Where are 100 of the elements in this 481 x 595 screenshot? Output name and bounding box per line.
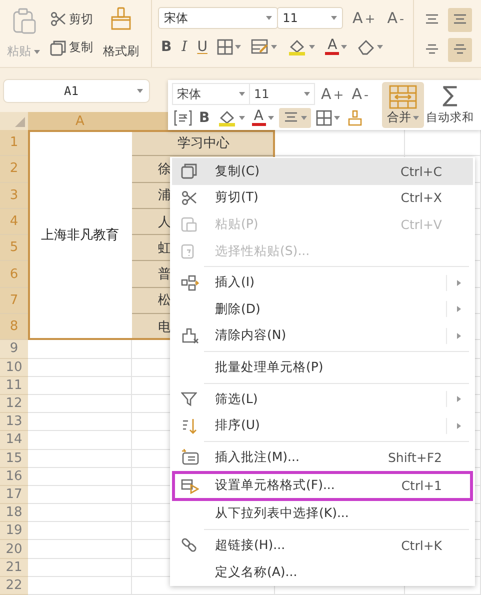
caret-icon — [239, 92, 245, 96]
caret-icon — [309, 45, 316, 49]
align-button[interactable] — [278, 108, 311, 128]
format-painter-icon — [109, 7, 133, 31]
menu-item[interactable]: 清除内容(N) — [172, 322, 473, 350]
table-cell-text: 学习中心 — [178, 134, 230, 152]
row-header[interactable]: 22 — [0, 576, 28, 595]
submenu-arrow-icon — [456, 306, 460, 312]
menu-item[interactable]: 超链接(H)... Ctrl+K — [172, 532, 473, 559]
bold-button[interactable]: B — [158, 37, 175, 57]
table-cell-text: 普 — [158, 266, 171, 284]
row-header[interactable]: 14 — [0, 431, 28, 450]
comment-icon — [181, 449, 199, 466]
sort-icon — [181, 418, 197, 434]
caret-icon — [266, 16, 272, 20]
merge-cells-icon — [389, 85, 417, 109]
submenu-arrow-icon — [456, 422, 460, 429]
row-header[interactable]: 13 — [0, 413, 28, 432]
row-header[interactable]: 11 — [0, 376, 28, 395]
caret-icon — [334, 116, 340, 120]
eraser-icon — [357, 39, 376, 55]
row-header[interactable]: 9 — [0, 340, 28, 359]
submenu-arrow-icon — [456, 332, 460, 339]
row-header[interactable]: 18 — [0, 504, 28, 522]
fill-bucket-icon — [287, 38, 308, 56]
caret-icon — [137, 89, 143, 93]
caret-icon — [413, 116, 419, 120]
font-name-field[interactable]: 宋体 — [172, 83, 250, 105]
caret-icon — [377, 45, 384, 49]
table-cell-text: 徐 — [158, 160, 171, 178]
caret-icon — [300, 116, 307, 120]
menu-item[interactable]: 批量处理单元格(P) — [172, 354, 473, 381]
menu-item[interactable]: 删除(D) — [172, 296, 473, 323]
row-header[interactable]: 19 — [0, 522, 28, 540]
caret-icon — [268, 116, 274, 120]
fill-bucket-icon — [216, 109, 237, 127]
font-size-field[interactable]: 11 — [276, 7, 344, 29]
row-header[interactable]: 20 — [0, 540, 28, 559]
copy-button[interactable]: 复制 — [47, 37, 96, 58]
format-painter-button[interactable]: 格式刷 — [100, 5, 142, 62]
submenu-arrow-icon — [456, 280, 460, 286]
highlighted-menu-item[interactable]: 设置单元格格式(F)... Ctrl+1 — [172, 470, 473, 501]
caret-icon — [235, 45, 242, 49]
table-cell-text: 浦 — [158, 187, 171, 204]
borders-button[interactable] — [314, 109, 342, 127]
borders-icon — [316, 110, 332, 126]
menu-item[interactable]: 复制(C) Ctrl+C — [172, 158, 473, 185]
wrap-text-icon — [174, 110, 192, 126]
autosum-button[interactable]: ∑ 自动求和 — [424, 82, 476, 128]
merge-button[interactable]: 合并 — [382, 82, 424, 128]
scissors-icon — [181, 190, 197, 205]
filter-icon — [181, 391, 197, 408]
borders-icon — [217, 39, 234, 55]
bold-button[interactable]: B — [197, 109, 212, 127]
select-all-icon — [15, 117, 25, 127]
clipboard-icon — [181, 216, 197, 232]
clear-contents-icon — [181, 328, 199, 344]
wrap-text-button[interactable] — [172, 109, 194, 127]
scissors-icon — [50, 12, 66, 26]
format-painter-icon — [346, 110, 363, 126]
table-cell-text: 松 — [158, 292, 171, 310]
format-cells-icon — [181, 478, 199, 494]
table-cell-text: 电 — [158, 318, 171, 336]
submenu-arrow-icon — [456, 396, 460, 402]
menu-item[interactable]: 从下拉列表中选择(K)... — [172, 500, 473, 528]
font-color-button[interactable]: A — [322, 37, 350, 57]
row-header[interactable]: 15 — [0, 450, 28, 468]
link-icon — [181, 537, 197, 554]
caret-icon — [271, 45, 278, 49]
row-header[interactable]: 17 — [0, 486, 28, 504]
table-cell-text: 人 — [158, 214, 171, 231]
menu-item[interactable]: 插入(I) — [172, 269, 473, 296]
copy-icon — [50, 40, 66, 56]
row-header[interactable]: 21 — [0, 558, 28, 577]
caret-icon — [34, 50, 40, 54]
menu-item[interactable]: 排序(U) — [172, 412, 473, 439]
name-box[interactable]: A1 — [3, 79, 150, 103]
align-button[interactable] — [448, 8, 472, 32]
caret-icon — [341, 45, 348, 49]
copy-icon — [181, 163, 197, 180]
underline-button[interactable]: U — [194, 37, 210, 57]
menu-item[interactable]: 剪切(T) Ctrl+X — [172, 184, 473, 212]
font-size-field[interactable]: 11 — [249, 83, 315, 105]
caret-icon — [331, 16, 338, 20]
menu-item[interactable]: 定义名称(A)... — [172, 558, 473, 586]
row-header[interactable]: 10 — [0, 358, 28, 377]
font-color-button[interactable]: A — [250, 109, 276, 127]
menu-item[interactable]: 筛选(L) — [172, 386, 473, 412]
font-name-field[interactable]: 宋体 — [158, 7, 278, 29]
align-button[interactable] — [448, 38, 472, 62]
row-header[interactable]: 16 — [0, 468, 28, 486]
italic-button[interactable]: I — [178, 37, 190, 57]
caret-icon — [238, 116, 245, 120]
cut-button[interactable]: 剪切 — [47, 8, 96, 30]
table-cell-text: 虹 — [158, 240, 171, 257]
caret-icon — [304, 92, 310, 96]
cell-style-icon — [251, 39, 270, 55]
menu-item[interactable]: 插入批注(M)... Shift+F2 — [172, 444, 473, 471]
row-header[interactable]: 12 — [0, 394, 28, 414]
table-cell-text: 上海非凡教育 — [41, 226, 119, 244]
